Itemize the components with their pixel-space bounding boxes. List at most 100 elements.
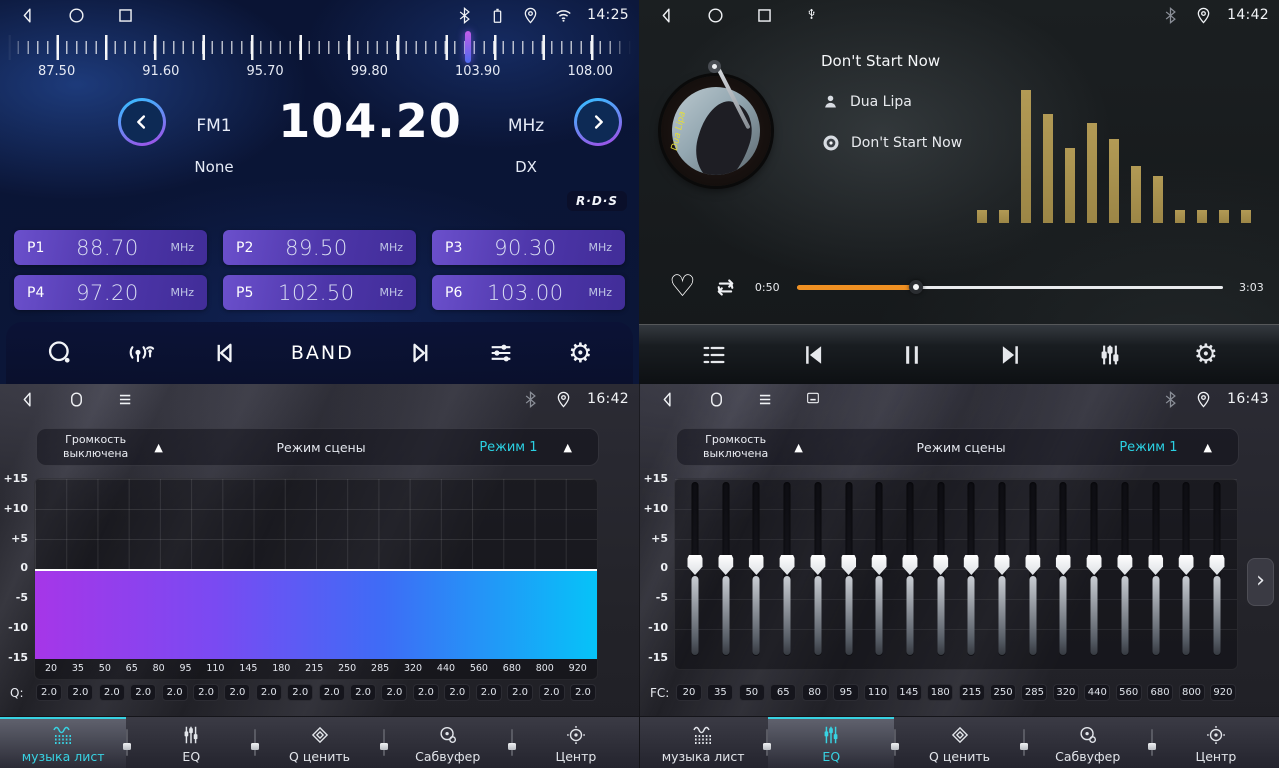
slider-thumb[interactable] — [964, 555, 979, 575]
fc-value-button[interactable]: 65 — [770, 684, 796, 701]
tune-up-button[interactable] — [574, 98, 622, 146]
band-slider[interactable] — [714, 479, 738, 659]
recents-icon[interactable] — [116, 6, 135, 25]
pause-button[interactable] — [898, 341, 926, 369]
home-icon[interactable] — [707, 390, 726, 409]
broadcast-af-button[interactable] — [127, 339, 157, 367]
slider-thumb[interactable] — [1056, 555, 1071, 575]
album-art[interactable]: Dua Lipa — [661, 76, 771, 186]
tab-eq[interactable]: EQ — [768, 717, 894, 768]
slider-thumb[interactable] — [995, 555, 1010, 575]
band-slider[interactable] — [775, 479, 799, 659]
home-icon[interactable] — [706, 6, 725, 25]
settings-gear-icon[interactable]: ⚙ — [1194, 341, 1218, 368]
preset-button[interactable]: P3 90.30 MHz — [432, 230, 625, 265]
back-icon[interactable] — [18, 390, 37, 409]
band-slider[interactable] — [837, 479, 861, 659]
slider-thumb[interactable] — [749, 555, 764, 575]
q-value-button[interactable]: 2.0 — [507, 684, 533, 701]
band-slider[interactable] — [744, 479, 768, 659]
band-slider[interactable] — [867, 479, 891, 659]
tab-q-factor[interactable]: Q ценить — [256, 717, 382, 768]
fc-value-button[interactable]: 180 — [927, 684, 953, 701]
back-icon[interactable] — [18, 6, 37, 25]
fc-value-button[interactable]: 110 — [864, 684, 890, 701]
equalizer-button[interactable] — [487, 339, 515, 367]
tab-music-list[interactable]: музыка лист — [0, 717, 126, 768]
playlist-button[interactable] — [700, 341, 728, 369]
favorite-heart-icon[interactable]: ♡ — [669, 272, 696, 302]
tab-subwoofer[interactable]: Сабвуфер — [1025, 717, 1151, 768]
seek-bar-thumb[interactable] — [909, 280, 923, 294]
q-value-button[interactable]: 2.0 — [67, 684, 93, 701]
preset-button[interactable]: P6 103.00 MHz — [432, 275, 625, 310]
slider-thumb[interactable] — [780, 555, 795, 575]
previous-track-button[interactable] — [798, 340, 828, 370]
volume-expand-icon[interactable]: ▲ — [794, 441, 802, 454]
q-value-button[interactable]: 2.0 — [130, 684, 156, 701]
eq-curve-plot[interactable] — [35, 479, 597, 659]
tab-eq[interactable]: EQ — [128, 717, 254, 768]
slider-thumb[interactable] — [810, 555, 825, 575]
slider-thumb[interactable] — [718, 555, 733, 575]
fc-value-button[interactable]: 320 — [1053, 684, 1079, 701]
scene-expand-icon[interactable]: ▲ — [1204, 441, 1212, 454]
q-value-button[interactable]: 2.0 — [36, 684, 62, 701]
fc-value-button[interactable]: 250 — [990, 684, 1016, 701]
tuner-dial[interactable]: 87.5091.6095.7099.80103.90108.00 — [8, 34, 631, 86]
band-slider[interactable] — [1082, 479, 1106, 659]
band-slider[interactable] — [1051, 479, 1075, 659]
slider-thumb[interactable] — [1148, 555, 1163, 575]
fc-value-button[interactable]: 560 — [1116, 684, 1142, 701]
slider-thumb[interactable] — [1179, 555, 1194, 575]
preset-button[interactable]: P4 97.20 MHz — [14, 275, 207, 310]
tune-down-button[interactable] — [118, 98, 166, 146]
recents-icon[interactable] — [755, 6, 774, 25]
seek-next-button[interactable] — [407, 339, 435, 367]
q-value-button[interactable]: 2.0 — [193, 684, 219, 701]
preset-button[interactable]: P1 88.70 MHz — [14, 230, 207, 265]
band-slider[interactable] — [1113, 479, 1137, 659]
band-slider[interactable] — [990, 479, 1014, 659]
q-value-button[interactable]: 2.0 — [444, 684, 470, 701]
q-value-button[interactable]: 2.0 — [539, 684, 565, 701]
band-slider[interactable] — [1174, 479, 1198, 659]
fc-value-button[interactable]: 20 — [676, 684, 702, 701]
tab-q-factor[interactable]: Q ценить — [896, 717, 1022, 768]
q-value-button[interactable]: 2.0 — [413, 684, 439, 701]
fc-value-button[interactable]: 215 — [959, 684, 985, 701]
preset-button[interactable]: P2 89.50 MHz — [223, 230, 416, 265]
tab-music-list[interactable]: музыка лист — [640, 717, 766, 768]
q-value-button[interactable]: 2.0 — [476, 684, 502, 701]
home-icon[interactable] — [67, 390, 86, 409]
back-icon[interactable] — [658, 390, 677, 409]
equalizer-button[interactable] — [1096, 341, 1124, 369]
q-value-button[interactable]: 2.0 — [287, 684, 313, 701]
q-value-button[interactable]: 2.0 — [224, 684, 250, 701]
slider-thumb[interactable] — [933, 555, 948, 575]
q-value-button[interactable]: 2.0 — [256, 684, 282, 701]
next-page-button[interactable]: › — [1247, 558, 1274, 606]
q-value-button[interactable]: 2.0 — [381, 684, 407, 701]
slider-thumb[interactable] — [841, 555, 856, 575]
q-value-button[interactable]: 2.0 — [319, 684, 345, 701]
fc-value-button[interactable]: 80 — [802, 684, 828, 701]
slider-thumb[interactable] — [1117, 555, 1132, 575]
slider-thumb[interactable] — [1087, 555, 1102, 575]
fc-value-button[interactable]: 440 — [1084, 684, 1110, 701]
scene-expand-icon[interactable]: ▲ — [564, 441, 572, 454]
q-value-button[interactable]: 2.0 — [162, 684, 188, 701]
fc-value-button[interactable]: 285 — [1021, 684, 1047, 701]
band-slider[interactable] — [1021, 479, 1045, 659]
fc-value-button[interactable]: 920 — [1210, 684, 1236, 701]
menu-icon[interactable] — [756, 390, 775, 409]
band-slider[interactable] — [806, 479, 830, 659]
slider-thumb[interactable] — [902, 555, 917, 575]
tab-subwoofer[interactable]: Сабвуфер — [385, 717, 511, 768]
q-value-button[interactable]: 2.0 — [350, 684, 376, 701]
band-slider[interactable] — [959, 479, 983, 659]
band-button[interactable]: BAND — [291, 342, 354, 364]
seek-previous-button[interactable] — [210, 339, 238, 367]
preset-button[interactable]: P5 102.50 MHz — [223, 275, 416, 310]
home-icon[interactable] — [67, 6, 86, 25]
